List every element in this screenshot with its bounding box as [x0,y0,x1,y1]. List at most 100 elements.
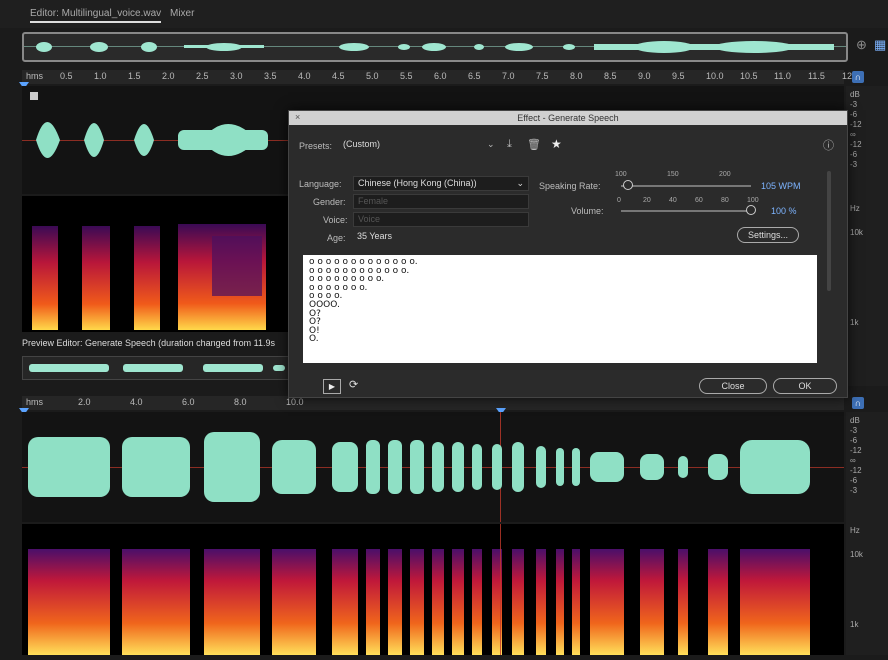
voice-label: Voice: [323,215,348,225]
ruler-tick-label: 10.0 [286,397,304,407]
ok-button[interactable]: OK [773,378,837,394]
scale-label: -6 [850,476,858,485]
hz-scale-top: Hz 10k 1k [850,204,863,328]
scale-label: -12 [850,446,862,455]
ruler-tick-label: 3.0 [230,71,243,81]
scale-label: -3 [850,100,858,109]
presets-label: Presets: [299,141,333,151]
ruler-tick-label: 9.0 [638,71,651,81]
age-label: Age: [327,233,346,243]
scale-label: 1k [850,620,859,629]
time-ruler-top[interactable]: hms 0.5 1.0 1.5 2.0 2.5 3.0 3.5 4.0 4.5 5.0 5.5 6.0 6… [22,70,852,84]
save-preset-icon[interactable]: ⤓ [507,138,512,151]
lock-icon[interactable]: ∩ [852,71,864,83]
scale-label: -3 [850,160,858,169]
scale-label: dB [850,416,860,425]
ruler-tick-label: 8.0 [570,71,583,81]
language-select[interactable]: Chinese (Hong Kong (China)) ⌄ [353,176,529,191]
speech-text-input[interactable]: o o o o o o o o o o o o o. o o o o o o o … [303,255,817,363]
language-label: Language: [299,179,342,189]
ruler-tick-label: 7.0 [502,71,515,81]
db-scale-bottom: dB -3 -6 -12 ∞ -12 -6 -3 [850,416,862,496]
ruler-tick-label: 5.5 [400,71,413,81]
ruler-tick-label: 4.0 [298,71,311,81]
panel-icon[interactable]: ▦ [874,37,886,53]
ruler-tick-label: 0.5 [60,71,73,81]
ruler-tick-label: 11.0 [774,71,791,81]
dialog-title: Effect - Generate Speech [289,111,847,125]
overview-waveform-graphic [24,41,846,53]
close-button[interactable]: Close [699,378,767,394]
volume-tick: 0 [617,197,621,204]
settings-button[interactable]: Settings... [737,227,799,243]
ruler-tick-label: 7.5 [536,71,549,81]
rate-tick: 200 [719,171,731,178]
speech-text-line: O? [309,308,321,319]
tab-mixer[interactable]: Mixer [170,8,194,19]
presets-value: (Custom) [343,139,381,149]
zoom-icon[interactable]: ⊕ [856,37,867,53]
scale-label: Hz [850,526,860,535]
voice-select[interactable]: Voice [353,212,529,227]
volume-tick: 100 [747,197,759,204]
volume-knob[interactable] [746,205,756,215]
tab-editor[interactable]: Editor: Multilingual_voice.wav [30,8,162,23]
ruler-tick-label: 1.5 [128,71,141,81]
preview-waveform[interactable] [22,356,290,380]
loop-icon[interactable]: ⟳ [349,378,358,391]
amplitude-scale-bottom: dB -3 -6 -12 ∞ -12 -6 -3 Hz 10k 1k [846,412,888,655]
ruler-tick-label: 8.0 [234,397,247,407]
volume-slider[interactable] [621,210,751,212]
voice-value: Voice [358,214,381,224]
overview-waveform[interactable] [22,32,848,62]
ruler-tick-label: 6.5 [468,71,481,81]
waveform-graphic-bottom [22,412,844,522]
ruler-tick-label: 5.0 [366,71,379,81]
volume-value: 100 % [771,206,797,216]
ruler-tick-label: 12 [842,71,853,81]
amplitude-scale-top: dB -3 -6 -12 ∞ -12 -6 -3 Hz 10k 1k [846,86,888,386]
ruler-tick-label: 4.0 [130,397,143,407]
presets-select[interactable]: (Custom) [339,138,493,151]
speech-text-line: O? [309,317,321,328]
ruler-tick-label: 4.5 [332,71,345,81]
scale-label: -6 [850,110,858,119]
gender-value: Female [358,196,389,206]
dialog-scrollbar[interactable] [827,171,831,291]
gender-select[interactable]: Female [353,194,529,209]
waveform-track-bottom[interactable] [22,412,844,522]
time-ruler-bottom[interactable]: hms 2.0 4.0 6.0 8.0 10.0 [22,396,844,410]
gender-label: Gender: [313,197,346,207]
speaking-rate-slider[interactable] [621,185,751,187]
speaking-rate-label: Speaking Rate: [539,181,601,191]
scale-label: -6 [850,436,858,445]
presets-dropdown-icon[interactable]: ⌄ [487,139,495,150]
age-value: 35 Years [357,231,393,241]
rate-tick: 100 [615,171,627,178]
volume-tick: 60 [695,197,703,204]
volume-tick: 80 [721,197,729,204]
language-dropdown-icon: ⌄ [516,178,524,188]
preview-editor-label: Preview Editor: Generate Speech (duratio… [22,338,275,348]
scale-label: 10k [850,550,863,559]
delete-preset-icon[interactable]: 🗑 [527,138,541,151]
ruler-tick-label: 2.0 [162,71,175,81]
speech-text-line: o o o o o o o o o. [309,274,385,285]
db-scale-top: dB -3 -6 -12 ∞ -12 -6 -3 [850,90,862,170]
scale-label: 1k [850,318,859,327]
volume-tick: 40 [669,197,677,204]
speaking-rate-knob[interactable] [622,180,633,190]
preview-play-button[interactable]: ▶ [323,379,341,394]
speaking-rate-value: 105 WPM [761,181,801,191]
spectrogram-top[interactable] [22,196,288,332]
favorite-star-icon[interactable]: ★ [551,137,562,151]
spectrogram-bottom[interactable] [22,524,844,655]
ruler-tick-label: 6.0 [182,397,195,407]
spectrogram-graphic-bottom [28,524,810,655]
lock-icon-bottom[interactable]: ∩ [852,397,864,409]
info-icon[interactable]: ⓘ [823,137,834,153]
hz-scale-bottom: Hz 10k 1k [850,526,863,630]
age-field[interactable]: 35 Years [353,230,447,243]
dialog-close-icon[interactable]: × [295,112,300,122]
spectrogram-graphic-top [32,224,266,330]
